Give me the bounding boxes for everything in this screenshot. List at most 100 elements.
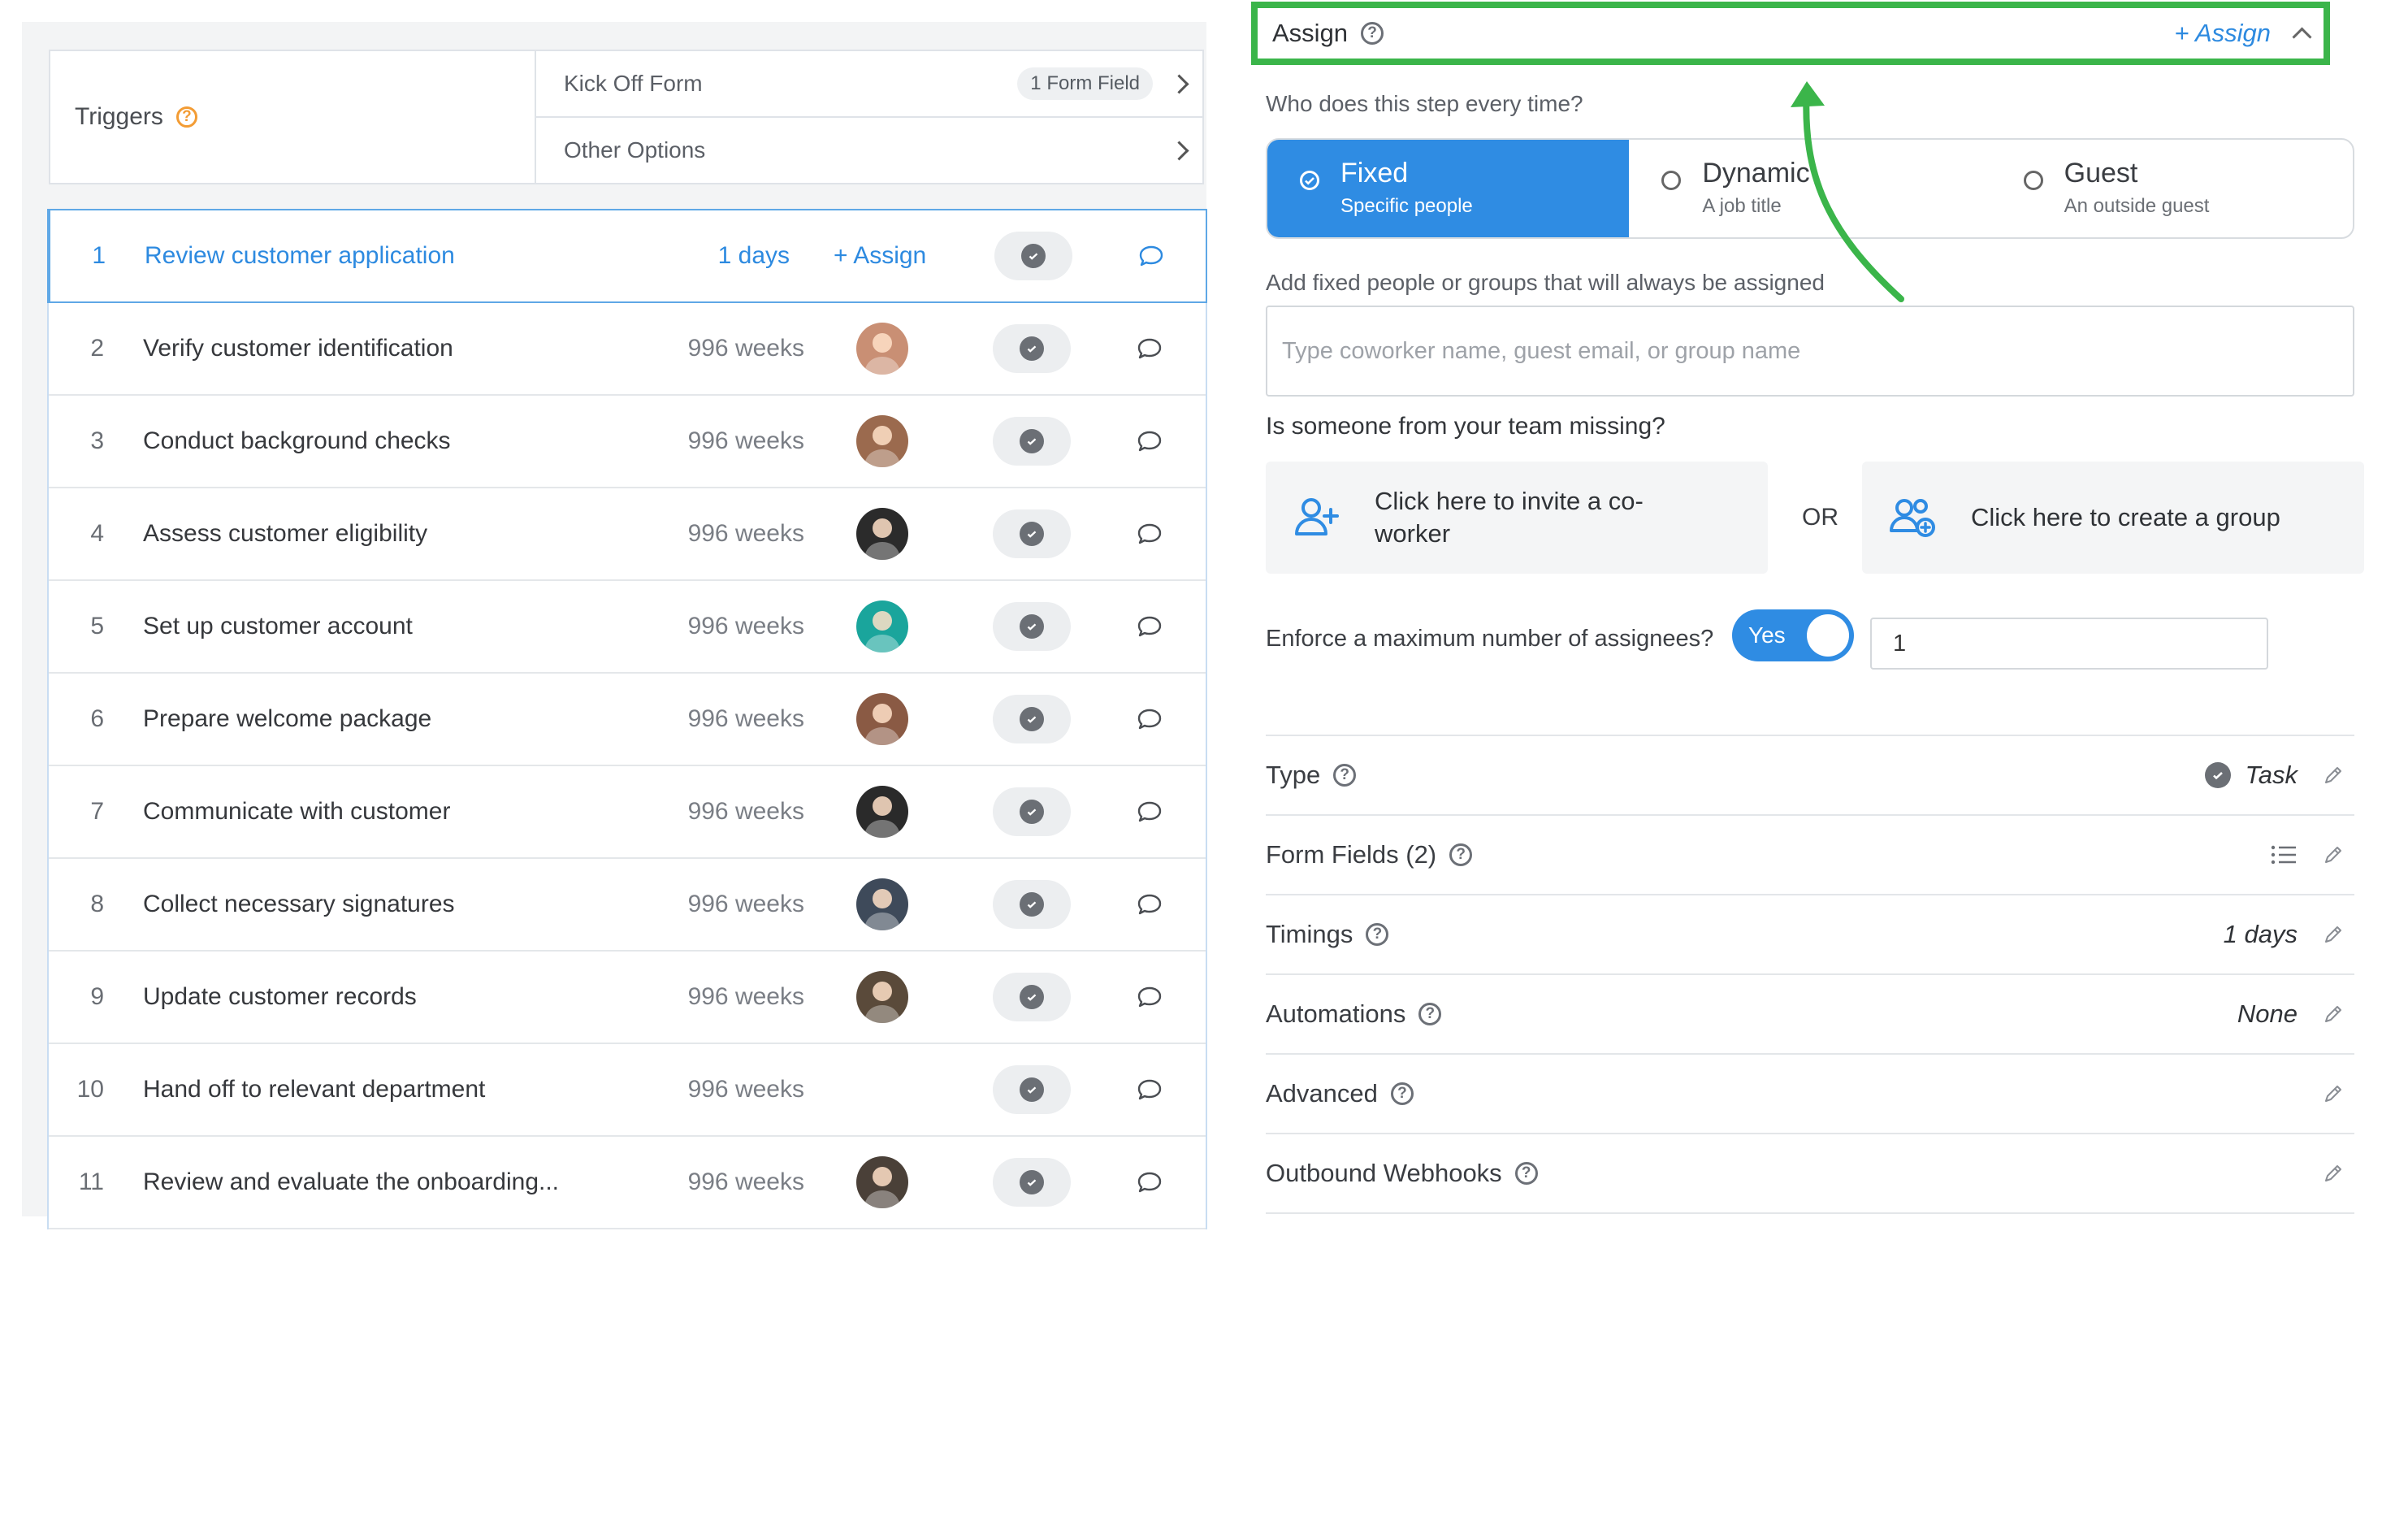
step-row[interactable]: 1 Review customer application 1 days + Assi…: [47, 209, 1207, 303]
create-group-button[interactable]: Click here to create a group: [1862, 462, 2364, 574]
step-assign-link[interactable]: + Assign: [834, 242, 926, 270]
edit-pencil-icon[interactable]: [2322, 843, 2345, 866]
add-fixed-label: Add fixed people or groups that will alw…: [1266, 270, 1825, 295]
step-row[interactable]: 10 Hand off to relevant department 996 wee…: [49, 1044, 1206, 1137]
option-fixed[interactable]: Fixed Specific people: [1267, 140, 1630, 237]
assignee-avatar[interactable]: [856, 878, 908, 930]
property-label: Form Fields (2): [1266, 840, 1437, 869]
option-guest[interactable]: Guest An outside guest: [1991, 140, 2353, 237]
edit-pencil-icon[interactable]: [2322, 923, 2345, 946]
step-number: 3: [90, 427, 104, 454]
step-title[interactable]: Update customer records: [143, 983, 417, 1011]
help-icon[interactable]: ?: [1418, 1003, 1442, 1025]
complete-step-button[interactable]: [994, 232, 1072, 280]
comment-icon[interactable]: [1137, 242, 1165, 270]
step-row[interactable]: 2 Verify customer identification 996 weeks: [49, 303, 1206, 396]
step-row[interactable]: 8 Collect necessary signatures 996 weeks: [49, 859, 1206, 952]
form-field-count-badge: 1 Form Field: [1017, 67, 1153, 100]
step-title[interactable]: Verify customer identification: [143, 335, 453, 362]
property-timings[interactable]: Timings ? 1 days: [1266, 894, 2354, 973]
complete-step-button[interactable]: [993, 417, 1071, 466]
assignee-avatar[interactable]: [856, 1156, 908, 1208]
comment-icon[interactable]: [1136, 520, 1163, 548]
option-dynamic[interactable]: Dynamic A job title: [1629, 140, 1990, 237]
assign-help-icon[interactable]: ?: [1361, 22, 1384, 45]
kickoff-form-row[interactable]: Kick Off Form 1 Form Field: [564, 51, 1189, 116]
chevron-up-icon[interactable]: [2292, 26, 2312, 47]
step-title[interactable]: Communicate with customer: [143, 798, 450, 826]
other-options-row[interactable]: Other Options: [564, 118, 1189, 183]
comment-icon[interactable]: [1136, 613, 1163, 640]
complete-step-button[interactable]: [993, 509, 1071, 558]
help-icon[interactable]: ?: [1390, 1082, 1414, 1105]
complete-step-button[interactable]: [993, 1065, 1071, 1114]
property-form-fields[interactable]: Form Fields (2) ?: [1266, 814, 2354, 894]
create-group-label: Click here to create a group: [1971, 503, 2280, 531]
step-title[interactable]: Prepare welcome package: [143, 705, 431, 733]
complete-step-button[interactable]: [993, 787, 1071, 836]
edit-pencil-icon[interactable]: [2322, 1003, 2345, 1025]
assign-header-label: Assign: [1272, 19, 1349, 47]
assignee-avatar[interactable]: [856, 786, 908, 838]
property-automations[interactable]: Automations ? None: [1266, 973, 2354, 1053]
comment-icon[interactable]: [1136, 427, 1163, 455]
check-icon: [1020, 336, 1044, 361]
step-row[interactable]: 5 Set up customer account 996 weeks: [49, 581, 1206, 674]
assignee-avatar[interactable]: [856, 323, 908, 375]
enforce-max-toggle[interactable]: Yes: [1732, 609, 1854, 661]
help-icon[interactable]: ?: [1449, 843, 1473, 866]
complete-step-button[interactable]: [993, 880, 1071, 929]
complete-step-button[interactable]: [993, 1158, 1071, 1207]
assignee-avatar[interactable]: [856, 415, 908, 467]
complete-step-button[interactable]: [993, 695, 1071, 743]
comment-icon[interactable]: [1136, 983, 1163, 1011]
assignee-avatar[interactable]: [856, 971, 908, 1023]
option-subtitle: Specific people: [1340, 195, 1473, 217]
step-title[interactable]: Assess customer eligibility: [143, 520, 427, 548]
step-row[interactable]: 7 Communicate with customer 996 weeks: [49, 766, 1206, 859]
help-icon[interactable]: ?: [1366, 923, 1389, 946]
step-due-duration: 996 weeks: [687, 427, 804, 454]
edit-pencil-icon[interactable]: [2322, 764, 2345, 787]
step-title[interactable]: Hand off to relevant department: [143, 1076, 485, 1103]
edit-pencil-icon[interactable]: [2322, 1082, 2345, 1105]
step-row[interactable]: 9 Update customer records 996 weeks: [49, 952, 1206, 1044]
property-type[interactable]: Type ? Task: [1266, 735, 2354, 814]
complete-step-button[interactable]: [993, 324, 1071, 373]
comment-icon[interactable]: [1136, 1168, 1163, 1196]
help-icon[interactable]: ?: [1514, 1162, 1538, 1185]
step-title[interactable]: Review and evaluate the onboarding...: [143, 1168, 559, 1196]
enforce-max-label: Enforce a maximum number of assignees?: [1266, 626, 1714, 652]
assign-link[interactable]: + Assign: [2174, 19, 2271, 48]
invite-coworker-button[interactable]: Click here to invite a co-worker: [1266, 462, 1768, 574]
step-row[interactable]: 11 Review and evaluate the onboarding... 9…: [49, 1137, 1206, 1229]
step-title[interactable]: Conduct background checks: [143, 427, 451, 455]
step-title[interactable]: Set up customer account: [143, 613, 413, 640]
step-row[interactable]: 3 Conduct background checks 996 weeks: [49, 396, 1206, 488]
triggers-help-icon[interactable]: ?: [175, 106, 197, 128]
comment-icon[interactable]: [1136, 798, 1163, 826]
comment-icon[interactable]: [1136, 891, 1163, 918]
step-number: 4: [90, 520, 104, 547]
step-row[interactable]: 6 Prepare welcome package 996 weeks: [49, 674, 1206, 766]
assign-section-header[interactable]: Assign ? + Assign: [1251, 2, 2330, 65]
step-title[interactable]: Review customer application: [145, 242, 455, 270]
max-assignees-input[interactable]: [1870, 618, 2268, 670]
assignee-avatar[interactable]: [856, 508, 908, 560]
coworker-search-input[interactable]: [1266, 306, 2354, 397]
complete-step-button[interactable]: [993, 973, 1071, 1021]
property-outbound-webhooks[interactable]: Outbound Webhooks ?: [1266, 1133, 2354, 1214]
comment-icon[interactable]: [1136, 705, 1163, 733]
help-icon[interactable]: ?: [1333, 764, 1357, 787]
assignee-avatar[interactable]: [856, 600, 908, 652]
step-number: 9: [90, 983, 104, 1010]
property-advanced[interactable]: Advanced ?: [1266, 1053, 2354, 1133]
comment-icon[interactable]: [1136, 1076, 1163, 1103]
check-icon: [1020, 985, 1044, 1009]
step-title[interactable]: Collect necessary signatures: [143, 891, 455, 918]
edit-pencil-icon[interactable]: [2322, 1162, 2345, 1185]
step-row[interactable]: 4 Assess customer eligibility 996 weeks: [49, 488, 1206, 581]
assignee-avatar[interactable]: [856, 693, 908, 745]
complete-step-button[interactable]: [993, 602, 1071, 651]
comment-icon[interactable]: [1136, 335, 1163, 362]
